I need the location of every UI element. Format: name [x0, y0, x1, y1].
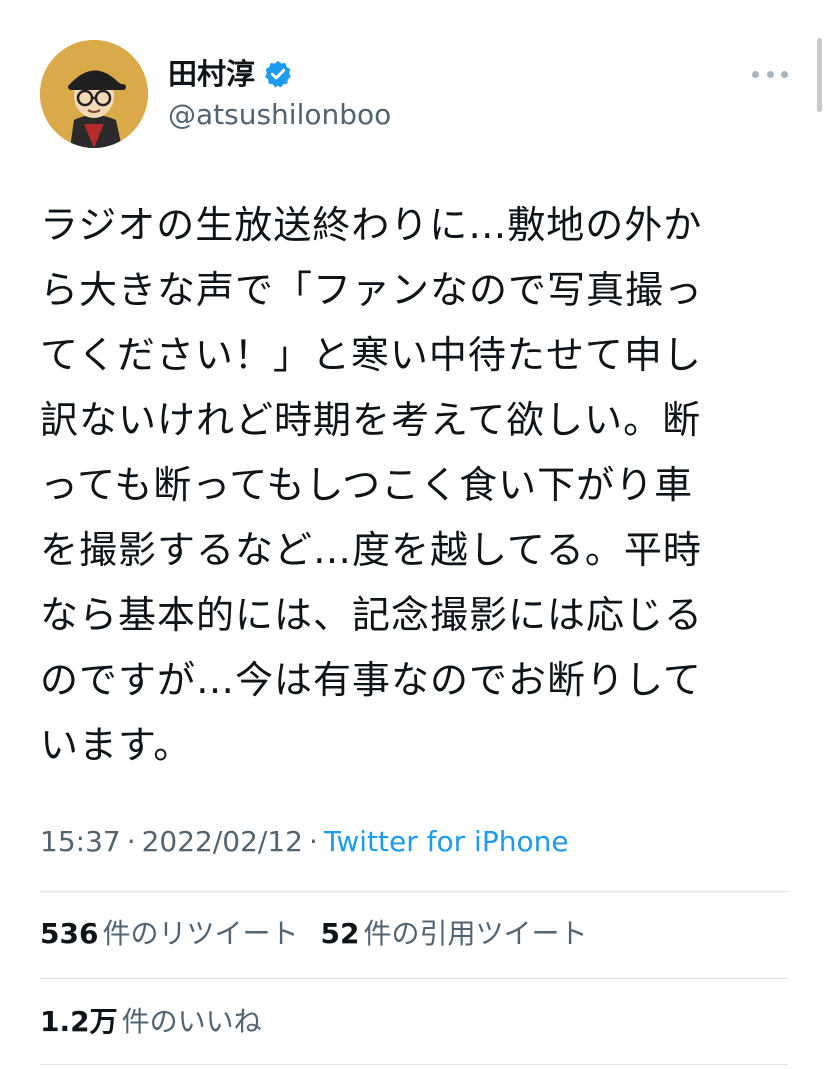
avatar[interactable]: [40, 40, 148, 148]
tweet-meta: 15:37 · 2022/02/12 · Twitter for iPhone: [40, 822, 569, 862]
retweet-stats-row: 536 件のリツイート 52 件の引用ツイート: [40, 914, 587, 954]
meta-separator: ·: [126, 825, 136, 858]
retweets-stat[interactable]: 536 件のリツイート: [40, 917, 298, 950]
meta-separator: ·: [309, 825, 318, 858]
tweet-detail: 田村淳 @atsushilonboo ラジオの生放送終わりに…敷地の外か ら大き…: [0, 0, 828, 1069]
divider: [40, 1064, 788, 1065]
tweet-source-link[interactable]: Twitter for iPhone: [324, 825, 569, 858]
quotes-count: 52: [320, 917, 360, 950]
likes-count: 1.2万: [40, 1005, 118, 1038]
scrollbar[interactable]: [817, 38, 822, 112]
likes-label: 件のいいね: [121, 1005, 262, 1038]
quotes-stat[interactable]: 52 件の引用ツイート: [320, 917, 587, 950]
tweet-time[interactable]: 15:37: [40, 825, 121, 858]
divider: [40, 891, 788, 892]
tweet-date[interactable]: 2022/02/12: [142, 825, 303, 858]
likes-stat[interactable]: 1.2万 件のいいね: [40, 1005, 262, 1038]
retweets-count: 536: [40, 917, 99, 950]
divider: [40, 978, 788, 979]
quotes-label: 件の引用ツイート: [363, 917, 588, 950]
more-options-icon[interactable]: [752, 64, 788, 84]
name-row: 田村淳: [168, 56, 293, 92]
verified-badge-icon: [263, 59, 293, 89]
likes-stats-row: 1.2万 件のいいね: [40, 1002, 262, 1042]
user-handle[interactable]: @atsushilonboo: [168, 98, 391, 132]
avatar-illustration: [40, 40, 148, 148]
retweets-label: 件のリツイート: [102, 917, 299, 950]
display-name[interactable]: 田村淳: [168, 56, 255, 92]
tweet-text: ラジオの生放送終わりに…敷地の外か ら大きな声で「ファンなので写真撮っ てくださ…: [40, 203, 704, 767]
